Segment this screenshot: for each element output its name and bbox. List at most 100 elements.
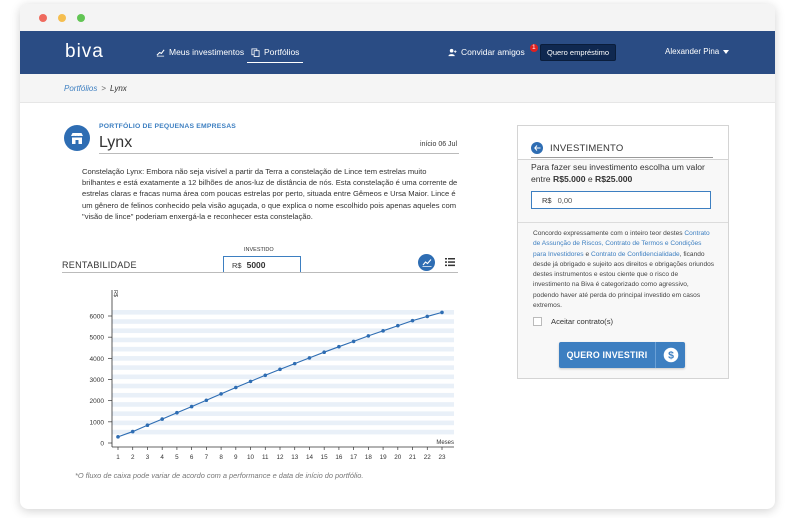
accept-label: Aceitar contrato(s) — [551, 317, 614, 326]
x-tick-label: 8 — [219, 454, 223, 461]
breadcrumb-separator: > — [101, 84, 107, 93]
caret-down-icon — [723, 49, 730, 54]
nav-item-portfolios[interactable]: Portfólios — [246, 47, 304, 63]
data-point — [307, 356, 312, 360]
instruction-conjunction: e — [587, 173, 593, 184]
svg-text:$: $ — [668, 350, 674, 362]
data-point — [351, 339, 356, 344]
currency-label: R$ — [232, 261, 242, 270]
confidentiality-contract-link[interactable]: Contrato de Confidencialidade — [591, 251, 680, 258]
x-tick-label: 13 — [291, 454, 299, 461]
data-point — [292, 361, 297, 366]
nav-item-meus-investimentos[interactable]: Meus investimentos — [156, 47, 244, 57]
data-point — [337, 344, 341, 349]
invest-panel: INVESTIMENTO Para fazer seu investimento… — [517, 125, 729, 379]
loan-request-button[interactable]: Quero empréstimo — [540, 44, 617, 61]
invest-amount-input[interactable]: R$ 0,00 — [531, 191, 711, 209]
invested-amount-input[interactable]: R$ 5000 — [223, 256, 301, 273]
x-tick-label: 2 — [131, 454, 135, 461]
list-view-icon[interactable] — [445, 257, 455, 267]
x-tick-label: 11 — [262, 454, 269, 461]
data-point — [396, 323, 400, 328]
grid-band — [112, 310, 454, 315]
close-window-icon[interactable] — [39, 14, 47, 22]
x-tick-label: 19 — [380, 454, 388, 461]
data-point — [322, 350, 326, 354]
data-point — [278, 367, 282, 372]
user-menu[interactable]: Alexander Pina — [665, 47, 730, 56]
amount-value: 0,00 — [557, 196, 573, 205]
x-tick-label: 20 — [394, 454, 402, 461]
x-tick-label: 3 — [146, 454, 150, 461]
invite-friends-link[interactable]: Convidar amigos 1 — [448, 44, 538, 57]
nav-label: Portfólios — [264, 47, 300, 57]
biva-logo[interactable]: biva — [65, 41, 104, 63]
x-tick-label: 17 — [350, 454, 358, 461]
rentabilidade-label: RENTABILIDADE — [62, 260, 137, 270]
data-point — [381, 329, 385, 333]
data-point — [175, 410, 179, 415]
checkbox-box[interactable] — [533, 317, 542, 326]
invested-value: 5000 — [246, 260, 266, 270]
data-point — [263, 373, 268, 378]
grid-band — [112, 411, 454, 416]
data-point — [160, 417, 164, 421]
x-tick-label: 10 — [247, 454, 255, 461]
x-tick-label: 6 — [190, 454, 194, 461]
breadcrumb-current: Lynx — [110, 84, 127, 93]
invest-button-label: QUERO INVESTIRI — [566, 350, 648, 360]
grid-band — [112, 319, 454, 324]
breadcrumb: Portfólios > Lynx — [20, 74, 775, 103]
data-point — [248, 379, 253, 384]
invest-panel-title: INVESTIMENTO — [550, 143, 624, 154]
notification-badge: 1 — [529, 44, 538, 52]
grid-band — [112, 429, 454, 435]
top-navbar: biva Meus investimentos Portfólios Convi… — [20, 31, 775, 74]
panel-title-divider — [531, 157, 713, 158]
x-tick-label: 4 — [160, 454, 164, 461]
terms-conjunction: e — [585, 250, 590, 258]
x-tick-label: 21 — [409, 454, 417, 461]
invite-label: Convidar amigos — [461, 47, 525, 57]
y-tick-label: 6000 — [90, 314, 105, 321]
chart-view-button[interactable] — [418, 254, 435, 271]
x-tick-label: 1 — [116, 454, 120, 461]
minimize-window-icon[interactable] — [58, 14, 66, 22]
data-point — [130, 429, 135, 434]
data-point — [440, 310, 444, 315]
breadcrumb-portfolios-link[interactable]: Portfólios — [64, 84, 97, 93]
rentabilidade-divider — [62, 272, 458, 273]
y-tick-label: 3000 — [90, 377, 105, 384]
grid-band — [112, 337, 454, 343]
user-name: Alexander Pina — [665, 47, 720, 56]
currency-label: R$ — [542, 196, 552, 205]
grid-band — [112, 328, 454, 334]
x-tick-label: 7 — [205, 454, 209, 461]
y-axis-label: R$ — [112, 290, 118, 297]
grid-band — [112, 346, 454, 352]
accept-contracts-checkbox[interactable]: Aceitar contrato(s) — [533, 317, 613, 326]
grid-band — [112, 383, 454, 389]
data-point — [204, 398, 209, 403]
start-date: início 06 Jul — [420, 141, 457, 148]
y-tick-label: 2000 — [90, 398, 105, 405]
grid-band — [112, 402, 454, 407]
grid-band — [112, 392, 454, 398]
back-arrow-button[interactable] — [531, 142, 543, 154]
chart-line-icon — [156, 48, 165, 56]
invest-button[interactable]: QUERO INVESTIRI $ — [559, 342, 685, 368]
maximize-window-icon[interactable] — [77, 14, 85, 22]
data-point — [116, 435, 120, 439]
terms-suffix: , ficando desde já obrigado e sujeito ao… — [533, 250, 715, 310]
copy-icon — [251, 47, 260, 57]
terms-prefix: Concordo expressamente com o inteiro teo… — [533, 230, 683, 237]
window-titlebar — [20, 4, 775, 31]
min-amount: R$5.000 — [552, 173, 586, 184]
grid-band — [112, 420, 454, 426]
invested-caption: INVESTIDO — [244, 247, 274, 253]
x-tick-label: 12 — [276, 454, 284, 461]
data-point — [366, 334, 371, 338]
x-tick-label: 15 — [321, 454, 329, 461]
portfolio-description: Constelação Lynx: Embora não seja visíve… — [82, 167, 458, 221]
invest-instruction: Para fazer seu investimento escolha um v… — [531, 162, 721, 185]
